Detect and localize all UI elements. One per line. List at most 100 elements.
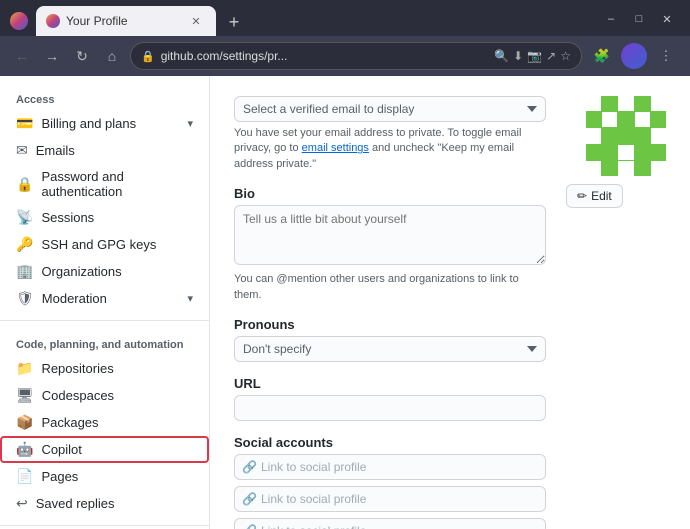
avatar-cell: [618, 161, 633, 176]
email-hint: You have set your email address to priva…: [234, 126, 546, 172]
app-layout: Access 💳 Billing and plans ▾ ✉ Emails 🔒 …: [0, 76, 690, 529]
chevron-icon: ▾: [187, 117, 193, 130]
sidebar-item-password-label: Password and authentication: [41, 169, 193, 199]
sidebar-item-organizations[interactable]: 🏢 Organizations: [0, 258, 209, 285]
sidebar-item-ssh[interactable]: 🔑 SSH and GPG keys: [0, 231, 209, 258]
sidebar-item-sessions[interactable]: 📡 Sessions: [0, 204, 209, 231]
sidebar-item-saved-replies-label: Saved replies: [36, 496, 193, 511]
avatar-cell: [586, 96, 601, 111]
bio-textarea[interactable]: [234, 205, 546, 265]
pages-icon: 📄: [16, 468, 33, 485]
sidebar-item-password[interactable]: 🔒 Password and authentication: [0, 164, 209, 204]
maximize-button[interactable]: □: [626, 9, 652, 29]
avatar-cell: [618, 96, 633, 111]
sidebar-item-copilot-label: Copilot: [41, 442, 193, 457]
email-settings-link[interactable]: email settings: [302, 142, 369, 154]
active-tab[interactable]: Your Profile ✕: [36, 6, 216, 36]
password-icon: 🔒: [16, 176, 33, 193]
social-input-field-1[interactable]: [234, 454, 546, 480]
avatar-cell: [602, 96, 617, 111]
extensions-icon[interactable]: 🧩: [588, 42, 616, 70]
tab-title: Your Profile: [66, 14, 182, 28]
search-icon[interactable]: 🔍: [494, 49, 509, 63]
bio-label: Bio: [234, 186, 546, 201]
avatar-cell: [651, 145, 666, 160]
email-select[interactable]: Select a verified email to display: [234, 96, 546, 122]
sidebar-item-pages[interactable]: 📄 Pages: [0, 463, 209, 490]
url-input[interactable]: [234, 395, 546, 421]
bio-hint: You can @mention other users and organiz…: [234, 272, 546, 303]
sidebar-item-emails-label: Emails: [36, 143, 193, 158]
back-button[interactable]: ←: [10, 44, 34, 68]
social-input-field-2[interactable]: [234, 486, 546, 512]
tab-favicon-icon: [46, 14, 60, 28]
edit-label: Edit: [591, 189, 612, 203]
link-icon-1: 🔗: [242, 460, 257, 474]
profile-avatar-section: ✏ Edit: [566, 96, 666, 529]
avatar-cell: [618, 145, 633, 160]
sidebar-item-moderation[interactable]: 🛡 Moderation ▾: [0, 285, 209, 312]
sidebar-item-codespaces[interactable]: 🖥 Codespaces: [0, 382, 209, 409]
pronouns-select[interactable]: Don't specify: [234, 336, 546, 362]
avatar-cell: [635, 128, 650, 143]
sidebar-item-repositories-label: Repositories: [41, 361, 193, 376]
address-bar[interactable]: 🔒 🔍 ⬇ 📷 ↗ ☆: [130, 42, 582, 70]
link-icon-2: 🔗: [242, 492, 257, 506]
share-icon[interactable]: ↗: [546, 49, 556, 63]
avatar: [586, 96, 666, 176]
avatar-cell: [651, 96, 666, 111]
link-icon-3: 🔗: [242, 524, 257, 529]
tab-close-button[interactable]: ✕: [188, 13, 204, 29]
social-accounts-form-group: Social accounts 🔗 🔗 🔗 🔗: [234, 435, 546, 529]
sidebar-item-copilot[interactable]: 🤖 Copilot: [0, 436, 209, 463]
window-controls-right: – □ ✕: [598, 9, 680, 33]
social-input-1: 🔗: [234, 454, 546, 480]
avatar-cell: [635, 96, 650, 111]
tab-bar: Your Profile ✕ +: [36, 6, 598, 36]
sidebar-section-code: Code, planning, and automation: [0, 329, 209, 355]
avatar-cell: [586, 128, 601, 143]
profile-form: Select a verified email to display You h…: [234, 96, 546, 529]
lock-icon: 🔒: [141, 50, 155, 63]
sidebar-section-access: Access: [0, 84, 209, 110]
sidebar-item-emails[interactable]: ✉ Emails: [0, 137, 209, 164]
avatar-cell: [635, 112, 650, 127]
avatar-cell: [586, 145, 601, 160]
avatar-cell: [651, 161, 666, 176]
sidebar-item-repositories[interactable]: 📁 Repositories: [0, 355, 209, 382]
address-bar-icons: 🔍 ⬇ 📷 ↗ ☆: [494, 49, 571, 63]
sidebar-item-packages[interactable]: 📦 Packages: [0, 409, 209, 436]
avatar-cell: [586, 161, 601, 176]
moderation-icon: 🛡: [16, 290, 34, 307]
sidebar-item-pages-label: Pages: [41, 469, 193, 484]
email-icon: ✉: [16, 142, 28, 159]
url-label: URL: [234, 376, 546, 391]
sidebar: Access 💳 Billing and plans ▾ ✉ Emails 🔒 …: [0, 76, 210, 529]
reload-button[interactable]: ↻: [70, 44, 94, 68]
chevron-down-icon: ▾: [187, 292, 193, 305]
bookmark-icon[interactable]: ☆: [560, 49, 571, 63]
sidebar-item-billing-label: Billing and plans: [41, 116, 179, 131]
social-input-field-3[interactable]: [234, 518, 546, 529]
codespaces-icon: 🖥: [16, 387, 34, 404]
avatar-cell: [586, 112, 601, 127]
home-button[interactable]: ⌂: [100, 44, 124, 68]
edit-avatar-button[interactable]: ✏ Edit: [566, 184, 623, 208]
forward-button[interactable]: →: [40, 44, 64, 68]
profile-switcher[interactable]: [620, 42, 648, 70]
org-icon: 🏢: [16, 263, 33, 280]
address-input[interactable]: [161, 49, 489, 63]
saved-replies-icon: ↩: [16, 495, 28, 512]
close-button[interactable]: ✕: [654, 9, 680, 29]
sidebar-item-billing[interactable]: 💳 Billing and plans ▾: [0, 110, 209, 137]
repo-icon: 📁: [16, 360, 33, 377]
download-icon[interactable]: ⬇: [513, 49, 523, 63]
new-tab-button[interactable]: +: [220, 8, 248, 36]
email-form-group: Select a verified email to display You h…: [234, 96, 546, 172]
sidebar-divider-1: [0, 320, 209, 321]
screenshot-icon[interactable]: 📷: [527, 49, 542, 63]
user-avatar-btn[interactable]: [621, 43, 647, 69]
sidebar-item-saved-replies[interactable]: ↩ Saved replies: [0, 490, 209, 517]
minimize-button[interactable]: –: [598, 9, 624, 29]
menu-icon[interactable]: ⋮: [652, 42, 680, 70]
